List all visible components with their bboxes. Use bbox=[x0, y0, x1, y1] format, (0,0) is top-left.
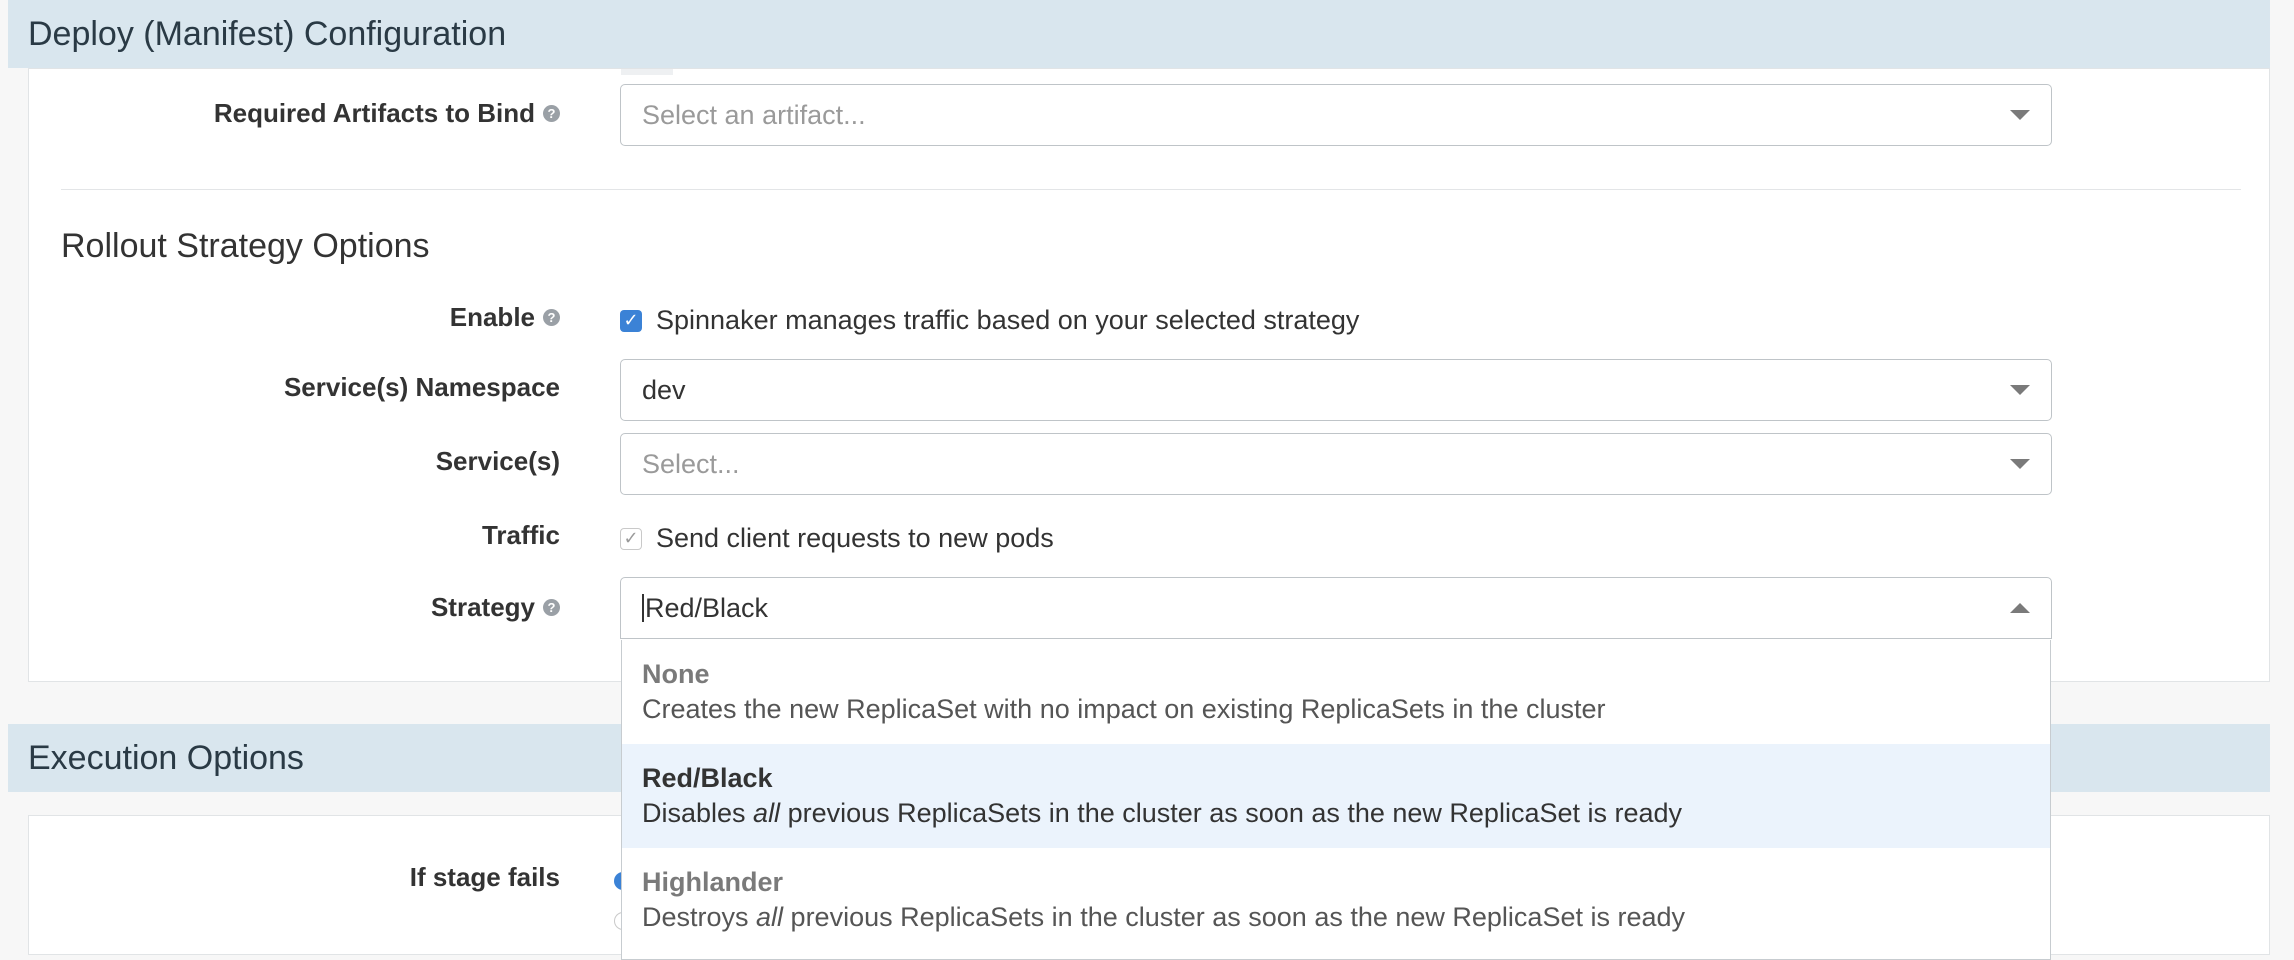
namespace-label: Service(s) Namespace bbox=[284, 372, 560, 403]
strategy-option-none[interactable]: None Creates the new ReplicaSet with no … bbox=[622, 640, 2050, 744]
option-description: Creates the new ReplicaSet with no impac… bbox=[642, 694, 1606, 724]
strategy-label: Strategy ? bbox=[431, 592, 560, 623]
option-title: Highlander bbox=[642, 867, 784, 897]
option-title: None bbox=[642, 659, 710, 689]
enable-checkbox-row[interactable]: ✓ Spinnaker manages traffic based on you… bbox=[620, 305, 1359, 336]
divider bbox=[61, 189, 2241, 190]
required-artifacts-select[interactable]: Select an artifact... bbox=[620, 84, 2052, 146]
rollout-section-title: Rollout Strategy Options bbox=[61, 227, 430, 265]
enable-label-text: Enable bbox=[449, 302, 535, 332]
services-placeholder: Select... bbox=[642, 448, 740, 479]
option-desc-post: previous ReplicaSets in the cluster as s… bbox=[780, 798, 1683, 828]
chevron-up-icon bbox=[2010, 603, 2030, 613]
execution-options-title: Execution Options bbox=[28, 738, 304, 777]
help-icon[interactable]: ? bbox=[543, 599, 560, 616]
option-desc-post: previous ReplicaSets in the cluster as s… bbox=[783, 902, 1686, 932]
scroll-remnant bbox=[621, 69, 673, 75]
strategy-option-highlander[interactable]: Highlander Destroys all previous Replica… bbox=[622, 848, 2050, 952]
traffic-checkbox-row[interactable]: ✓ Send client requests to new pods bbox=[620, 523, 1054, 554]
strategy-option-red-black[interactable]: Red/Black Disables all previous ReplicaS… bbox=[622, 744, 2050, 848]
chevron-down-icon bbox=[2010, 385, 2030, 395]
strategy-value: Red/Black bbox=[645, 592, 769, 623]
enable-label: Enable ? bbox=[450, 302, 560, 333]
strategy-dropdown-menu: None Creates the new ReplicaSet with no … bbox=[621, 640, 2051, 960]
traffic-checkbox[interactable]: ✓ bbox=[620, 527, 642, 550]
namespace-label-text: Service(s) Namespace bbox=[283, 372, 560, 402]
option-title: Red/Black bbox=[642, 763, 773, 793]
option-desc-pre: Destroys bbox=[642, 902, 757, 932]
enable-text: Spinnaker manages traffic based on your … bbox=[656, 305, 1360, 335]
namespace-value: dev bbox=[642, 374, 686, 405]
deploy-config-header: Deploy (Manifest) Configuration bbox=[8, 0, 2270, 68]
enable-checkbox[interactable]: ✓ bbox=[620, 309, 642, 332]
deploy-config-title: Deploy (Manifest) Configuration bbox=[28, 14, 507, 53]
namespace-select[interactable]: dev bbox=[620, 359, 2052, 421]
option-desc-em: all bbox=[756, 902, 784, 932]
option-desc-em: all bbox=[753, 798, 781, 828]
strategy-select[interactable]: Red/Black bbox=[620, 577, 2052, 639]
if-stage-fails-label-text: If stage fails bbox=[409, 862, 560, 892]
text-cursor bbox=[642, 594, 644, 622]
required-artifacts-label-text: Required Artifacts to Bind bbox=[213, 98, 535, 128]
chevron-down-icon bbox=[2010, 459, 2030, 469]
chevron-down-icon bbox=[2010, 110, 2030, 120]
option-description: Destroys all previous ReplicaSets in the… bbox=[642, 902, 1685, 933]
traffic-text: Send client requests to new pods bbox=[656, 523, 1054, 553]
help-icon[interactable]: ? bbox=[543, 105, 560, 122]
services-select[interactable]: Select... bbox=[620, 433, 2052, 495]
required-artifacts-label: Required Artifacts to Bind ? bbox=[214, 98, 560, 129]
services-label: Service(s) bbox=[436, 446, 560, 477]
traffic-label-text: Traffic bbox=[481, 520, 560, 550]
option-desc-pre: Disables bbox=[642, 798, 754, 828]
services-label-text: Service(s) bbox=[435, 446, 560, 476]
if-stage-fails-label: If stage fails bbox=[410, 862, 560, 893]
option-description: Disables all previous ReplicaSets in the… bbox=[642, 798, 1682, 829]
help-icon[interactable]: ? bbox=[543, 309, 560, 326]
strategy-label-text: Strategy bbox=[430, 592, 535, 622]
traffic-label: Traffic bbox=[482, 520, 560, 551]
required-artifacts-placeholder: Select an artifact... bbox=[642, 99, 866, 130]
